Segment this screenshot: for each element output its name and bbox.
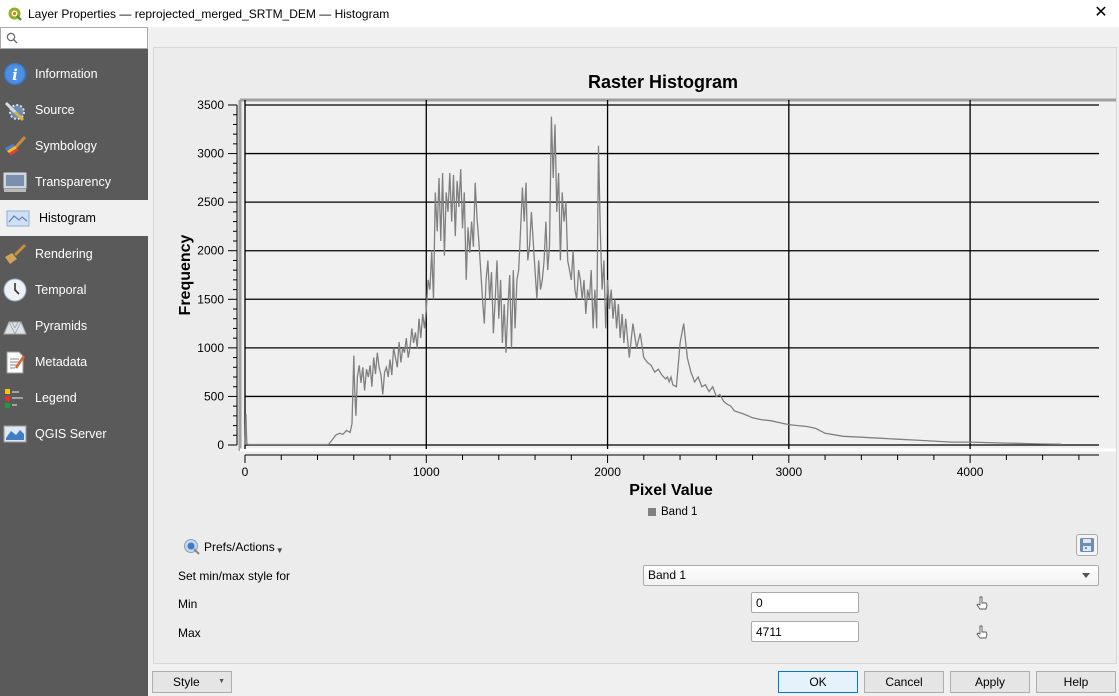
metadata-icon — [2, 349, 28, 375]
set-minmax-label: Set min/max style for — [178, 569, 291, 583]
symbology-brush-icon — [2, 133, 28, 159]
sidebar-item-label: Metadata — [35, 355, 88, 369]
sidebar-item-label: Symbology — [35, 139, 97, 153]
chart-legend: Band 1 — [648, 506, 697, 518]
legend-icon — [2, 385, 28, 411]
search-icon — [6, 32, 18, 44]
info-icon: i — [2, 61, 28, 87]
sidebar-item-transparency[interactable]: Transparency — [0, 164, 148, 200]
save-icon — [1080, 538, 1094, 552]
sidebar-item-metadata[interactable]: Metadata — [0, 344, 148, 380]
sidebar-item-information[interactable]: i Information — [0, 56, 148, 92]
sidebar-item-label: Pyramids — [35, 319, 88, 333]
title-bar: Layer Properties — reprojected_merged_SR… — [0, 0, 1119, 27]
save-histogram-button[interactable] — [1076, 534, 1098, 556]
y-tick-label: 500 — [204, 389, 224, 403]
band-select[interactable]: Band 1 — [643, 565, 1099, 586]
qgis-logo-icon — [8, 7, 22, 21]
x-axis-label: Pixel Value — [629, 482, 713, 499]
min-input[interactable] — [751, 592, 859, 613]
dropdown-arrow-icon — [1082, 573, 1090, 578]
legend-label: Band 1 — [661, 506, 698, 518]
chevron-down-icon: ▼ — [275, 545, 284, 555]
band-select-value: Band 1 — [648, 568, 687, 582]
y-tick-label: 1000 — [197, 341, 224, 355]
search-input[interactable] — [21, 29, 141, 47]
window-title: Layer Properties — reprojected_merged_SR… — [28, 6, 390, 21]
sidebar-item-symbology[interactable]: Symbology — [0, 128, 148, 164]
style-label: Style — [173, 675, 200, 689]
legend-swatch — [648, 508, 656, 516]
cancel-button[interactable]: Cancel — [864, 671, 944, 693]
clock-icon — [2, 277, 28, 303]
qgis-server-icon — [2, 421, 28, 447]
sidebar-item-rendering[interactable]: Rendering — [0, 236, 148, 272]
y-tick-label: 3500 — [197, 98, 224, 112]
close-icon[interactable]: ✕ — [1093, 4, 1109, 22]
x-tick-label: 1000 — [413, 465, 440, 479]
min-label: Min — [178, 597, 198, 611]
sidebar: i Information Source Symbology Transpare… — [0, 27, 148, 696]
sidebar-item-temporal[interactable]: Temporal — [0, 272, 148, 308]
sidebar-item-label: Source — [35, 103, 75, 117]
source-wrench-icon — [2, 97, 28, 123]
y-tick-label: 2000 — [197, 244, 224, 258]
sidebar-item-label: Histogram — [39, 211, 96, 225]
pyramids-icon — [2, 313, 28, 339]
y-tick-label: 2500 — [197, 195, 224, 209]
sidebar-item-label: Temporal — [35, 283, 87, 297]
sidebar-item-label: Information — [35, 67, 98, 81]
histogram-panel: Raster Histogram 0 500 1000 1500 2000 2500 300… — [153, 47, 1117, 664]
prefs-actions-button[interactable]: Prefs/Actions ▼ — [183, 538, 284, 556]
x-tick-label: 4000 — [957, 465, 984, 479]
plot-canvas — [239, 100, 1116, 451]
chevron-down-icon: ▼ — [218, 678, 225, 685]
max-label: Max — [178, 626, 201, 640]
histogram-chart: 0 500 1000 1500 2000 2500 3000 3500 0 1000 2000 300… — [177, 48, 1116, 499]
x-tick-label: 3000 — [775, 465, 802, 479]
x-tick-label: 2000 — [594, 465, 621, 479]
y-tick-label: 3000 — [197, 147, 224, 161]
y-axis-label: Frequency — [177, 234, 194, 315]
rendering-brush-icon — [2, 241, 28, 267]
sidebar-item-legend[interactable]: Legend — [0, 380, 148, 416]
sidebar-item-qgis-server[interactable]: QGIS Server — [0, 416, 148, 452]
y-tick-label: 0 — [217, 438, 224, 452]
histogram-icon — [5, 205, 31, 231]
style-menu-button[interactable]: Style ▼ — [152, 671, 232, 693]
sidebar-nav: i Information Source Symbology Transpare… — [0, 56, 148, 452]
pick-min-hand-icon[interactable] — [974, 595, 990, 611]
sidebar-item-label: QGIS Server — [35, 427, 107, 441]
prefs-gear-icon — [184, 539, 200, 555]
sidebar-item-label: Rendering — [35, 247, 93, 261]
transparency-icon — [2, 169, 28, 195]
prefs-actions-label: Prefs/Actions — [204, 540, 275, 554]
ok-button[interactable]: OK — [778, 671, 858, 693]
max-input[interactable] — [751, 621, 859, 642]
sidebar-item-pyramids[interactable]: Pyramids — [0, 308, 148, 344]
sidebar-item-source[interactable]: Source — [0, 92, 148, 128]
sidebar-item-label: Legend — [35, 391, 77, 405]
x-tick-label: 0 — [242, 465, 249, 479]
apply-button[interactable]: Apply — [950, 671, 1030, 693]
help-button[interactable]: Help — [1036, 671, 1116, 693]
svg-text:i: i — [12, 66, 18, 84]
pick-max-hand-icon[interactable] — [974, 624, 990, 640]
sidebar-item-label: Transparency — [35, 175, 111, 189]
y-tick-label: 1500 — [197, 292, 224, 306]
sidebar-search[interactable] — [0, 27, 148, 49]
sidebar-item-histogram[interactable]: Histogram — [0, 200, 148, 236]
